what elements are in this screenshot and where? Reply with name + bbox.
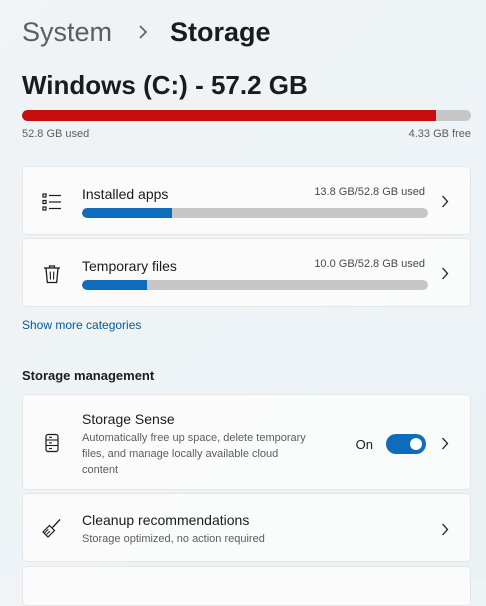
drive-icon	[39, 430, 65, 456]
page-title: Storage	[170, 17, 271, 48]
breadcrumb: System Storage	[22, 14, 271, 50]
drive-free-label: 4.33 GB free	[409, 128, 471, 140]
trash-icon	[39, 261, 65, 287]
list-icon	[39, 189, 65, 215]
cleanup-title: Cleanup recommendations	[82, 512, 249, 528]
chevron-right-icon	[130, 22, 156, 42]
chevron-right-icon	[438, 435, 452, 451]
drive-usage-bar	[22, 110, 471, 121]
storage-sense-toggle-label: On	[356, 437, 373, 452]
category-usage-bar	[82, 280, 428, 290]
category-usage-bar	[82, 208, 428, 218]
chevron-right-icon	[438, 521, 452, 537]
category-usage-bar-fill	[82, 280, 147, 290]
cleanup-description: Storage optimized, no action required	[82, 531, 265, 547]
next-setting-card[interactable]	[22, 566, 471, 606]
category-installed-apps[interactable]: Installed apps 13.8 GB/52.8 GB used	[22, 166, 471, 235]
category-title: Temporary files	[82, 258, 177, 274]
chevron-right-icon	[438, 193, 452, 209]
storage-sense-title: Storage Sense	[82, 411, 175, 427]
category-size: 13.8 GB/52.8 GB used	[314, 186, 425, 198]
storage-sense-description-line: Automatically free up space, delete temp…	[82, 430, 306, 446]
drive-used-label: 52.8 GB used	[22, 128, 89, 140]
storage-management-heading: Storage management	[22, 368, 154, 383]
breadcrumb-system-link[interactable]: System	[22, 17, 112, 48]
storage-sense-toggle[interactable]	[386, 434, 426, 454]
drive-title: Windows (C:) - 57.2 GB	[22, 70, 308, 101]
drive-usage-bar-fill	[22, 110, 436, 121]
chevron-right-icon	[438, 265, 452, 281]
category-usage-bar-fill	[82, 208, 172, 218]
show-more-categories-link[interactable]: Show more categories	[22, 318, 141, 332]
storage-sense-description-line: content	[82, 462, 118, 478]
category-temporary-files[interactable]: Temporary files 10.0 GB/52.8 GB used	[22, 238, 471, 307]
cleanup-recommendations-card[interactable]: Cleanup recommendations Storage optimize…	[22, 493, 471, 562]
category-size: 10.0 GB/52.8 GB used	[314, 258, 425, 270]
toggle-knob	[410, 438, 422, 450]
broom-icon	[39, 515, 65, 541]
storage-sense-description-line: files, and manage locally available clou…	[82, 446, 278, 462]
category-title: Installed apps	[82, 186, 168, 202]
storage-sense-card[interactable]: Storage Sense Automatically free up spac…	[22, 394, 471, 490]
